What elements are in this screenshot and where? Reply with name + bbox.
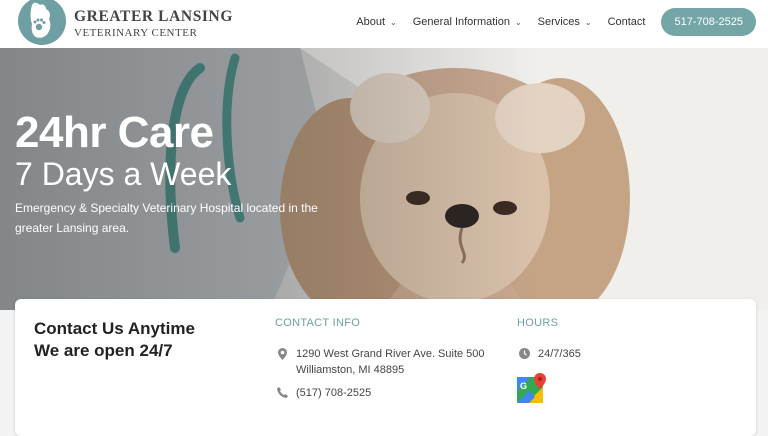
- map-pin-icon: [275, 348, 289, 360]
- phone-row[interactable]: (517) 708-2525: [275, 385, 371, 401]
- google-maps-icon[interactable]: G: [517, 373, 547, 403]
- hero-description: Emergency & Specialty Veterinary Hospita…: [15, 201, 318, 235]
- nav-contact-label: Contact: [607, 16, 646, 28]
- nav-general-information-label: General Information: [412, 16, 510, 28]
- nav-services[interactable]: Services ⌄: [538, 16, 592, 28]
- contact-heading-line2: We are open 24/7: [34, 341, 173, 360]
- nav-general-information[interactable]: General Information ⌄: [413, 16, 522, 28]
- address-line2: Williamston, MI 48895: [296, 364, 405, 376]
- contact-card: Contact Us Anytime We are open 24/7 CONT…: [15, 299, 756, 436]
- contact-info-title: CONTACT INFO: [275, 317, 361, 329]
- site-logo[interactable]: GREATER LANSING VETERINARY CENTER: [18, 0, 234, 45]
- contact-heading-line1: Contact Us Anytime: [34, 319, 195, 338]
- main-nav: About ⌄ General Information ⌄ Services ⌄…: [356, 8, 756, 36]
- nav-about[interactable]: About ⌄: [356, 16, 396, 28]
- hero-title: 24hr Care: [15, 108, 214, 157]
- phone-number: (517) 708-2525: [296, 387, 372, 399]
- logo-title: GREATER LANSING: [74, 8, 234, 26]
- hours-row: 24/7/365: [517, 346, 581, 362]
- phone-call-button[interactable]: 517-708-2525: [661, 8, 756, 36]
- hours-title: HOURS: [517, 317, 559, 329]
- clock-icon: [517, 348, 531, 359]
- nav-about-label: About: [356, 16, 386, 28]
- hero-banner: 24hr Care 7 Days a Week Emergency & Spec…: [0, 48, 768, 310]
- hero-subtitle: 7 Days a Week: [15, 156, 232, 192]
- nav-services-label: Services: [537, 16, 580, 28]
- svg-text:G: G: [520, 381, 527, 391]
- logo-subtitle: VETERINARY CENTER: [74, 26, 198, 39]
- chevron-down-icon: ⌄: [390, 17, 397, 27]
- chevron-down-icon: ⌄: [514, 17, 522, 27]
- address-line1: 1290 West Grand River Ave. Suite 500: [296, 348, 485, 360]
- michigan-paw-logo-icon: [18, 0, 66, 45]
- nav-contact[interactable]: Contact: [608, 16, 646, 28]
- chevron-down-icon: ⌄: [584, 17, 592, 27]
- address-row: 1290 West Grand River Ave. Suite 500 Wil…: [275, 346, 485, 378]
- contact-heading: Contact Us Anytime We are open 24/7: [34, 318, 195, 362]
- site-header: GREATER LANSING VETERINARY CENTER About …: [0, 0, 768, 48]
- hours-value: 24/7/365: [538, 348, 581, 360]
- phone-icon: [275, 387, 289, 398]
